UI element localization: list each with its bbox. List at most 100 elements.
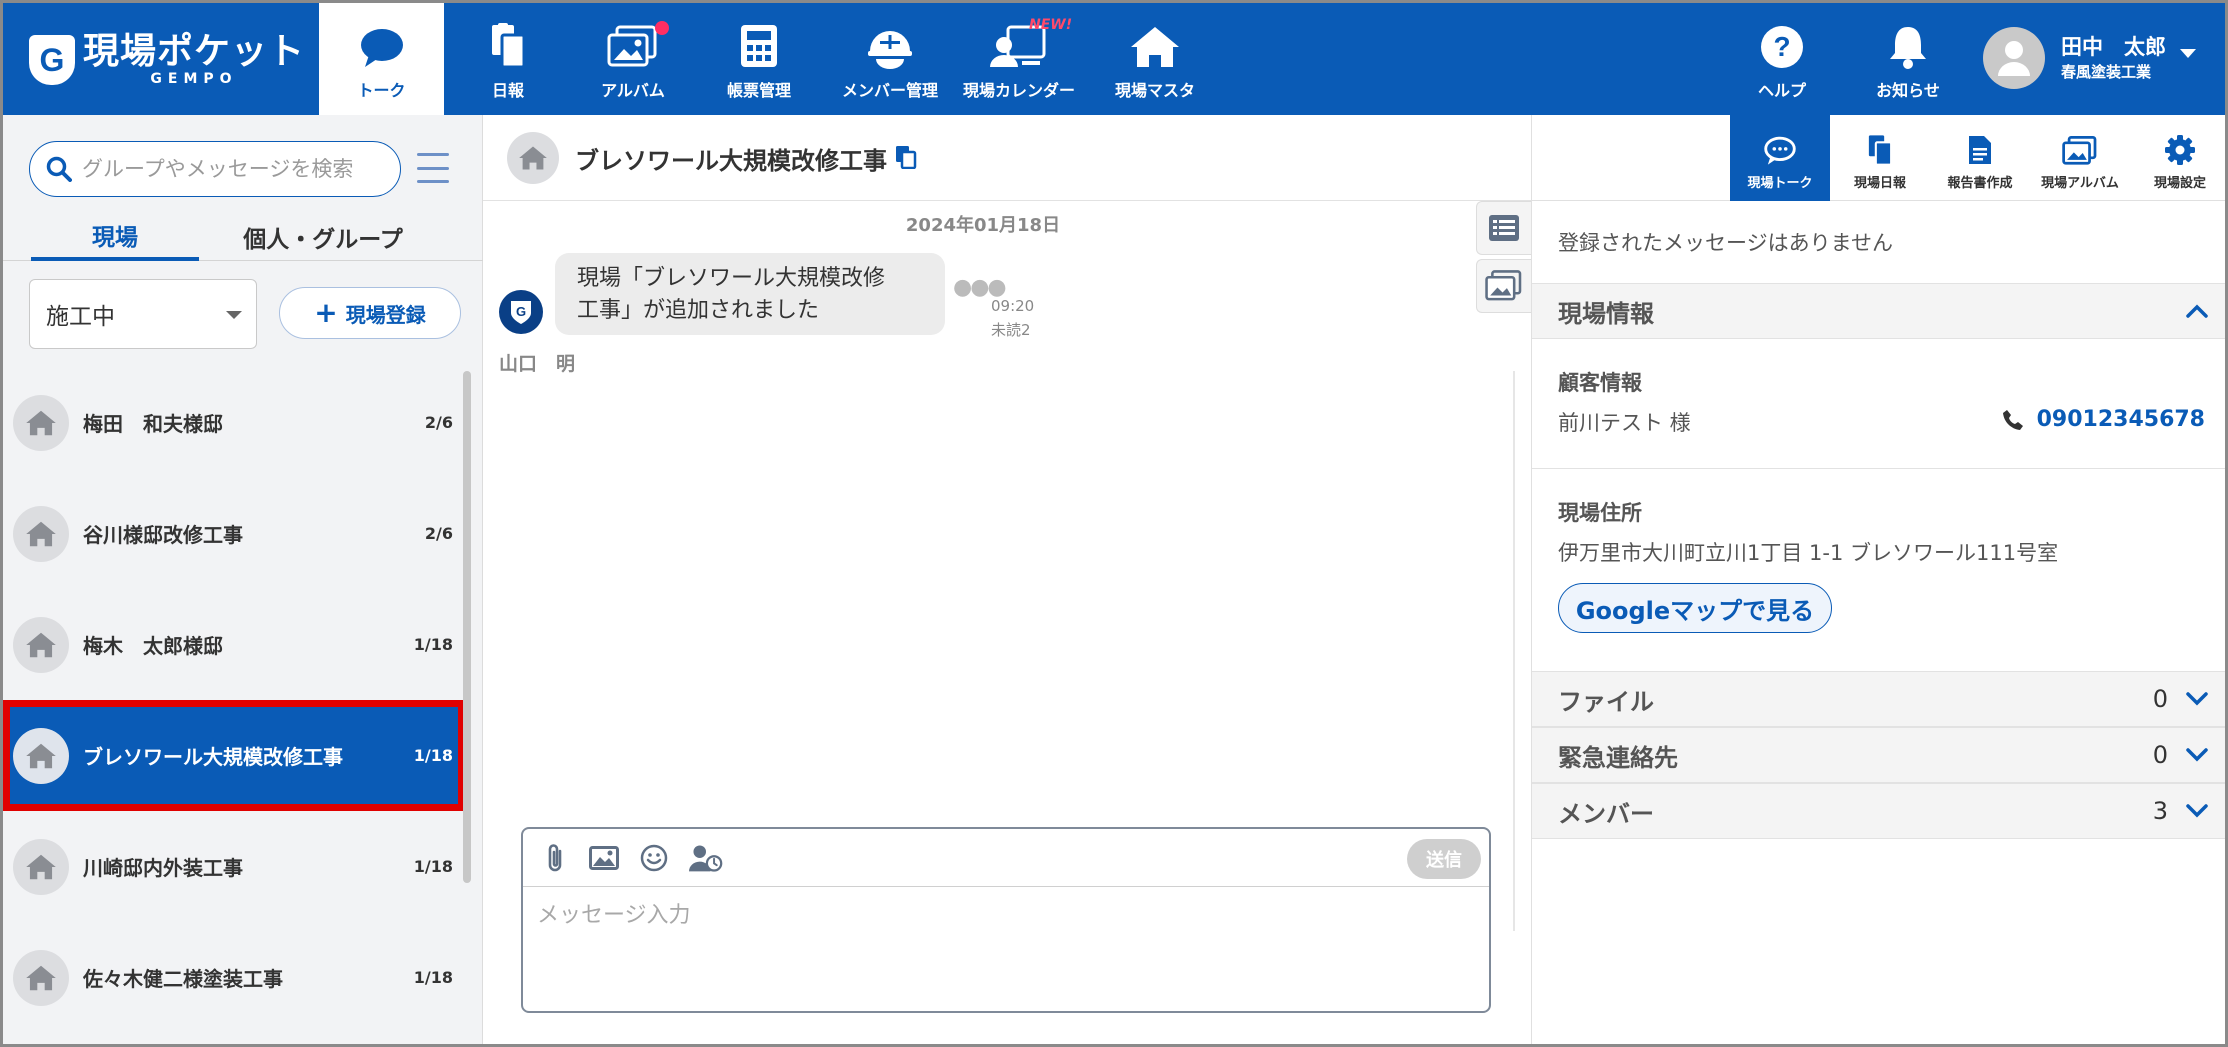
house-icon xyxy=(1131,27,1179,67)
daily-report-icon xyxy=(492,23,526,69)
site-count: 1/18 xyxy=(413,968,453,987)
search-input[interactable] xyxy=(82,157,382,181)
copy-icon[interactable] xyxy=(895,145,917,169)
user-menu[interactable]: 田中 太郎 春風塗装工業 xyxy=(1983,27,2196,89)
notification-dot xyxy=(655,21,669,35)
nav-talk[interactable]: トーク xyxy=(319,3,444,115)
nav-forms[interactable]: 帳票管理 xyxy=(709,3,809,115)
phone-number: 09012345678 xyxy=(2036,407,2205,432)
menu-icon[interactable] xyxy=(417,153,449,183)
site-list-item[interactable]: 川崎邸内外装工事 1/18 xyxy=(3,811,465,922)
tab-site-settings[interactable]: 現場設定 xyxy=(2130,115,2225,201)
status-filter-select[interactable]: 施工中 xyxy=(29,279,257,349)
site-info-section-header[interactable]: 現場情報 xyxy=(1532,283,2225,339)
tab-report-create[interactable]: 報告書作成 xyxy=(1930,115,2030,201)
divider xyxy=(1532,468,2225,469)
read-status: 未読2 xyxy=(991,321,1031,339)
site-list-item[interactable]: 谷川様邸改修工事 2/6 xyxy=(3,478,465,589)
logo-subtitle: GEMPO xyxy=(150,71,238,87)
nav-notifications[interactable]: お知らせ xyxy=(1863,3,1953,115)
nav-daily-report-label: 日報 xyxy=(491,81,524,100)
nav-daily-report[interactable]: 日報 xyxy=(463,3,553,115)
album-icon xyxy=(1485,270,1522,301)
nav-calendar-label: 現場カレンダー xyxy=(962,81,1075,100)
tab-site-daily-report[interactable]: 現場日報 xyxy=(1830,115,1930,201)
files-section-header[interactable]: ファイル 0 xyxy=(1532,671,2225,727)
tab-personal-group[interactable]: 個人・グループ xyxy=(223,213,423,261)
tab-site-talk[interactable]: 現場トーク xyxy=(1730,115,1830,201)
nav-notifications-label: お知らせ xyxy=(1876,81,1940,100)
nav-calendar[interactable]: NEW! 現場カレンダー xyxy=(959,3,1079,115)
site-name: ブレソワール大規模改修工事 xyxy=(83,745,343,769)
site-info-title: 現場情報 xyxy=(1558,299,1654,328)
image-icon xyxy=(589,846,619,870)
nav-site-master[interactable]: 現場マスタ xyxy=(1105,3,1205,115)
site-list: 梅田 和夫様邸 2/6 谷川様邸改修工事 2/6 梅木 太郎様邸 1/18 ブレ… xyxy=(3,367,465,1044)
tab-site[interactable]: 現場 xyxy=(31,213,199,261)
house-icon xyxy=(13,394,69,451)
section-count: 3 xyxy=(2152,797,2168,825)
gear-icon xyxy=(2165,135,2195,165)
logo-shield-icon: G xyxy=(29,35,75,85)
bell-icon xyxy=(1890,27,1926,69)
tab-site-daily-report-label: 現場日報 xyxy=(1853,176,1906,191)
attach-file-button[interactable] xyxy=(539,841,573,875)
nav-members[interactable]: メンバー管理 xyxy=(825,3,955,115)
system-avatar: G xyxy=(499,290,543,334)
add-site-button[interactable]: + 現場登録 xyxy=(279,287,461,339)
user-company: 春風塗装工業 xyxy=(2061,63,2152,81)
nav-forms-label: 帳票管理 xyxy=(726,81,791,100)
user-name: 田中 太郎 xyxy=(2061,35,2166,59)
nav-help[interactable]: ? ヘルプ xyxy=(1737,3,1827,115)
date-separator: 2024年01月18日 xyxy=(905,215,1061,236)
add-site-label: 現場登録 xyxy=(345,302,426,327)
section-title: ファイル xyxy=(1558,687,1654,716)
site-name: 川崎邸内外装工事 xyxy=(83,856,243,880)
site-info-panel: 現場トーク 現場日報 報告書作成 現場アルバム 現場設定 登録されたメッセージは… xyxy=(1531,115,2225,1044)
help-icon: ? xyxy=(1761,26,1803,68)
site-sidebar: 現場 個人・グループ 施工中 + 現場登録 梅田 和夫様邸 2/6 谷川様邸改修… xyxy=(3,115,483,1044)
daily-report-icon xyxy=(1868,135,1893,166)
section-count: 0 xyxy=(2152,741,2168,769)
search-icon xyxy=(46,156,72,182)
plus-icon: + xyxy=(314,296,338,329)
site-list-item[interactable]: 梅木 太郎様邸 1/18 xyxy=(3,589,465,700)
members-section-header[interactable]: メンバー 3 xyxy=(1532,783,2225,839)
site-count: 1/18 xyxy=(413,746,453,765)
list-view-button[interactable] xyxy=(1476,201,1531,255)
chevron-down-icon xyxy=(2186,748,2208,762)
site-list-item[interactable]: 梅田 和夫様邸 2/6 xyxy=(3,367,465,478)
album-icon xyxy=(2062,136,2097,165)
site-list-item-selected[interactable]: ブレソワール大規模改修工事 1/18 xyxy=(3,700,465,811)
site-list-item[interactable]: 佐々木健二様塗装工事 1/18 xyxy=(3,922,465,1033)
site-tabs: 現場トーク 現場日報 報告書作成 現場アルバム 現場設定 xyxy=(1532,115,2225,201)
search-box[interactable] xyxy=(29,141,401,197)
top-nav: G 現場ポケット GEMPO トーク 日報 アルバム 帳票管理 メンバー管理 N… xyxy=(3,3,2225,115)
site-count: 1/18 xyxy=(413,635,453,654)
message-line: 現場「ブレソワール大規模改修 xyxy=(577,266,886,291)
customer-info-label: 顧客情報 xyxy=(1558,371,1642,395)
app-logo[interactable]: G 現場ポケット GEMPO xyxy=(29,33,305,87)
site-address: 伊万里市大川町立川1丁目 1-1 ブレソワール111号室 xyxy=(1558,541,2059,565)
send-button[interactable]: 送信 xyxy=(1407,839,1481,879)
album-view-button[interactable] xyxy=(1476,259,1531,313)
nav-help-label: ヘルプ xyxy=(1757,81,1806,100)
chevron-down-icon xyxy=(226,311,242,319)
chat-bubble-icon xyxy=(360,29,403,67)
new-badge: NEW! xyxy=(1029,17,1073,33)
chat-panel: ブレソワール大規模改修工事 2024年01月18日 G 現場「ブレソワール大規模… xyxy=(483,115,1531,1044)
site-count: 1/18 xyxy=(413,857,453,876)
nav-site-master-label: 現場マスタ xyxy=(1114,81,1195,100)
phone-link[interactable]: 09012345678 xyxy=(2001,407,2205,432)
message-input[interactable] xyxy=(537,897,1467,997)
mention-schedule-button[interactable] xyxy=(689,841,723,875)
google-map-button[interactable]: Googleマップで見る xyxy=(1558,583,1832,633)
tab-site-album[interactable]: 現場アルバム xyxy=(2030,115,2130,201)
house-icon xyxy=(13,949,69,1006)
site-address-label: 現場住所 xyxy=(1558,501,1642,525)
emergency-contacts-section-header[interactable]: 緊急連絡先 0 xyxy=(1532,727,2225,783)
nav-album[interactable]: アルバム xyxy=(583,3,683,115)
attach-image-button[interactable] xyxy=(587,841,621,875)
emoji-button[interactable] xyxy=(637,841,671,875)
sidebar-scrollbar[interactable] xyxy=(463,371,471,883)
